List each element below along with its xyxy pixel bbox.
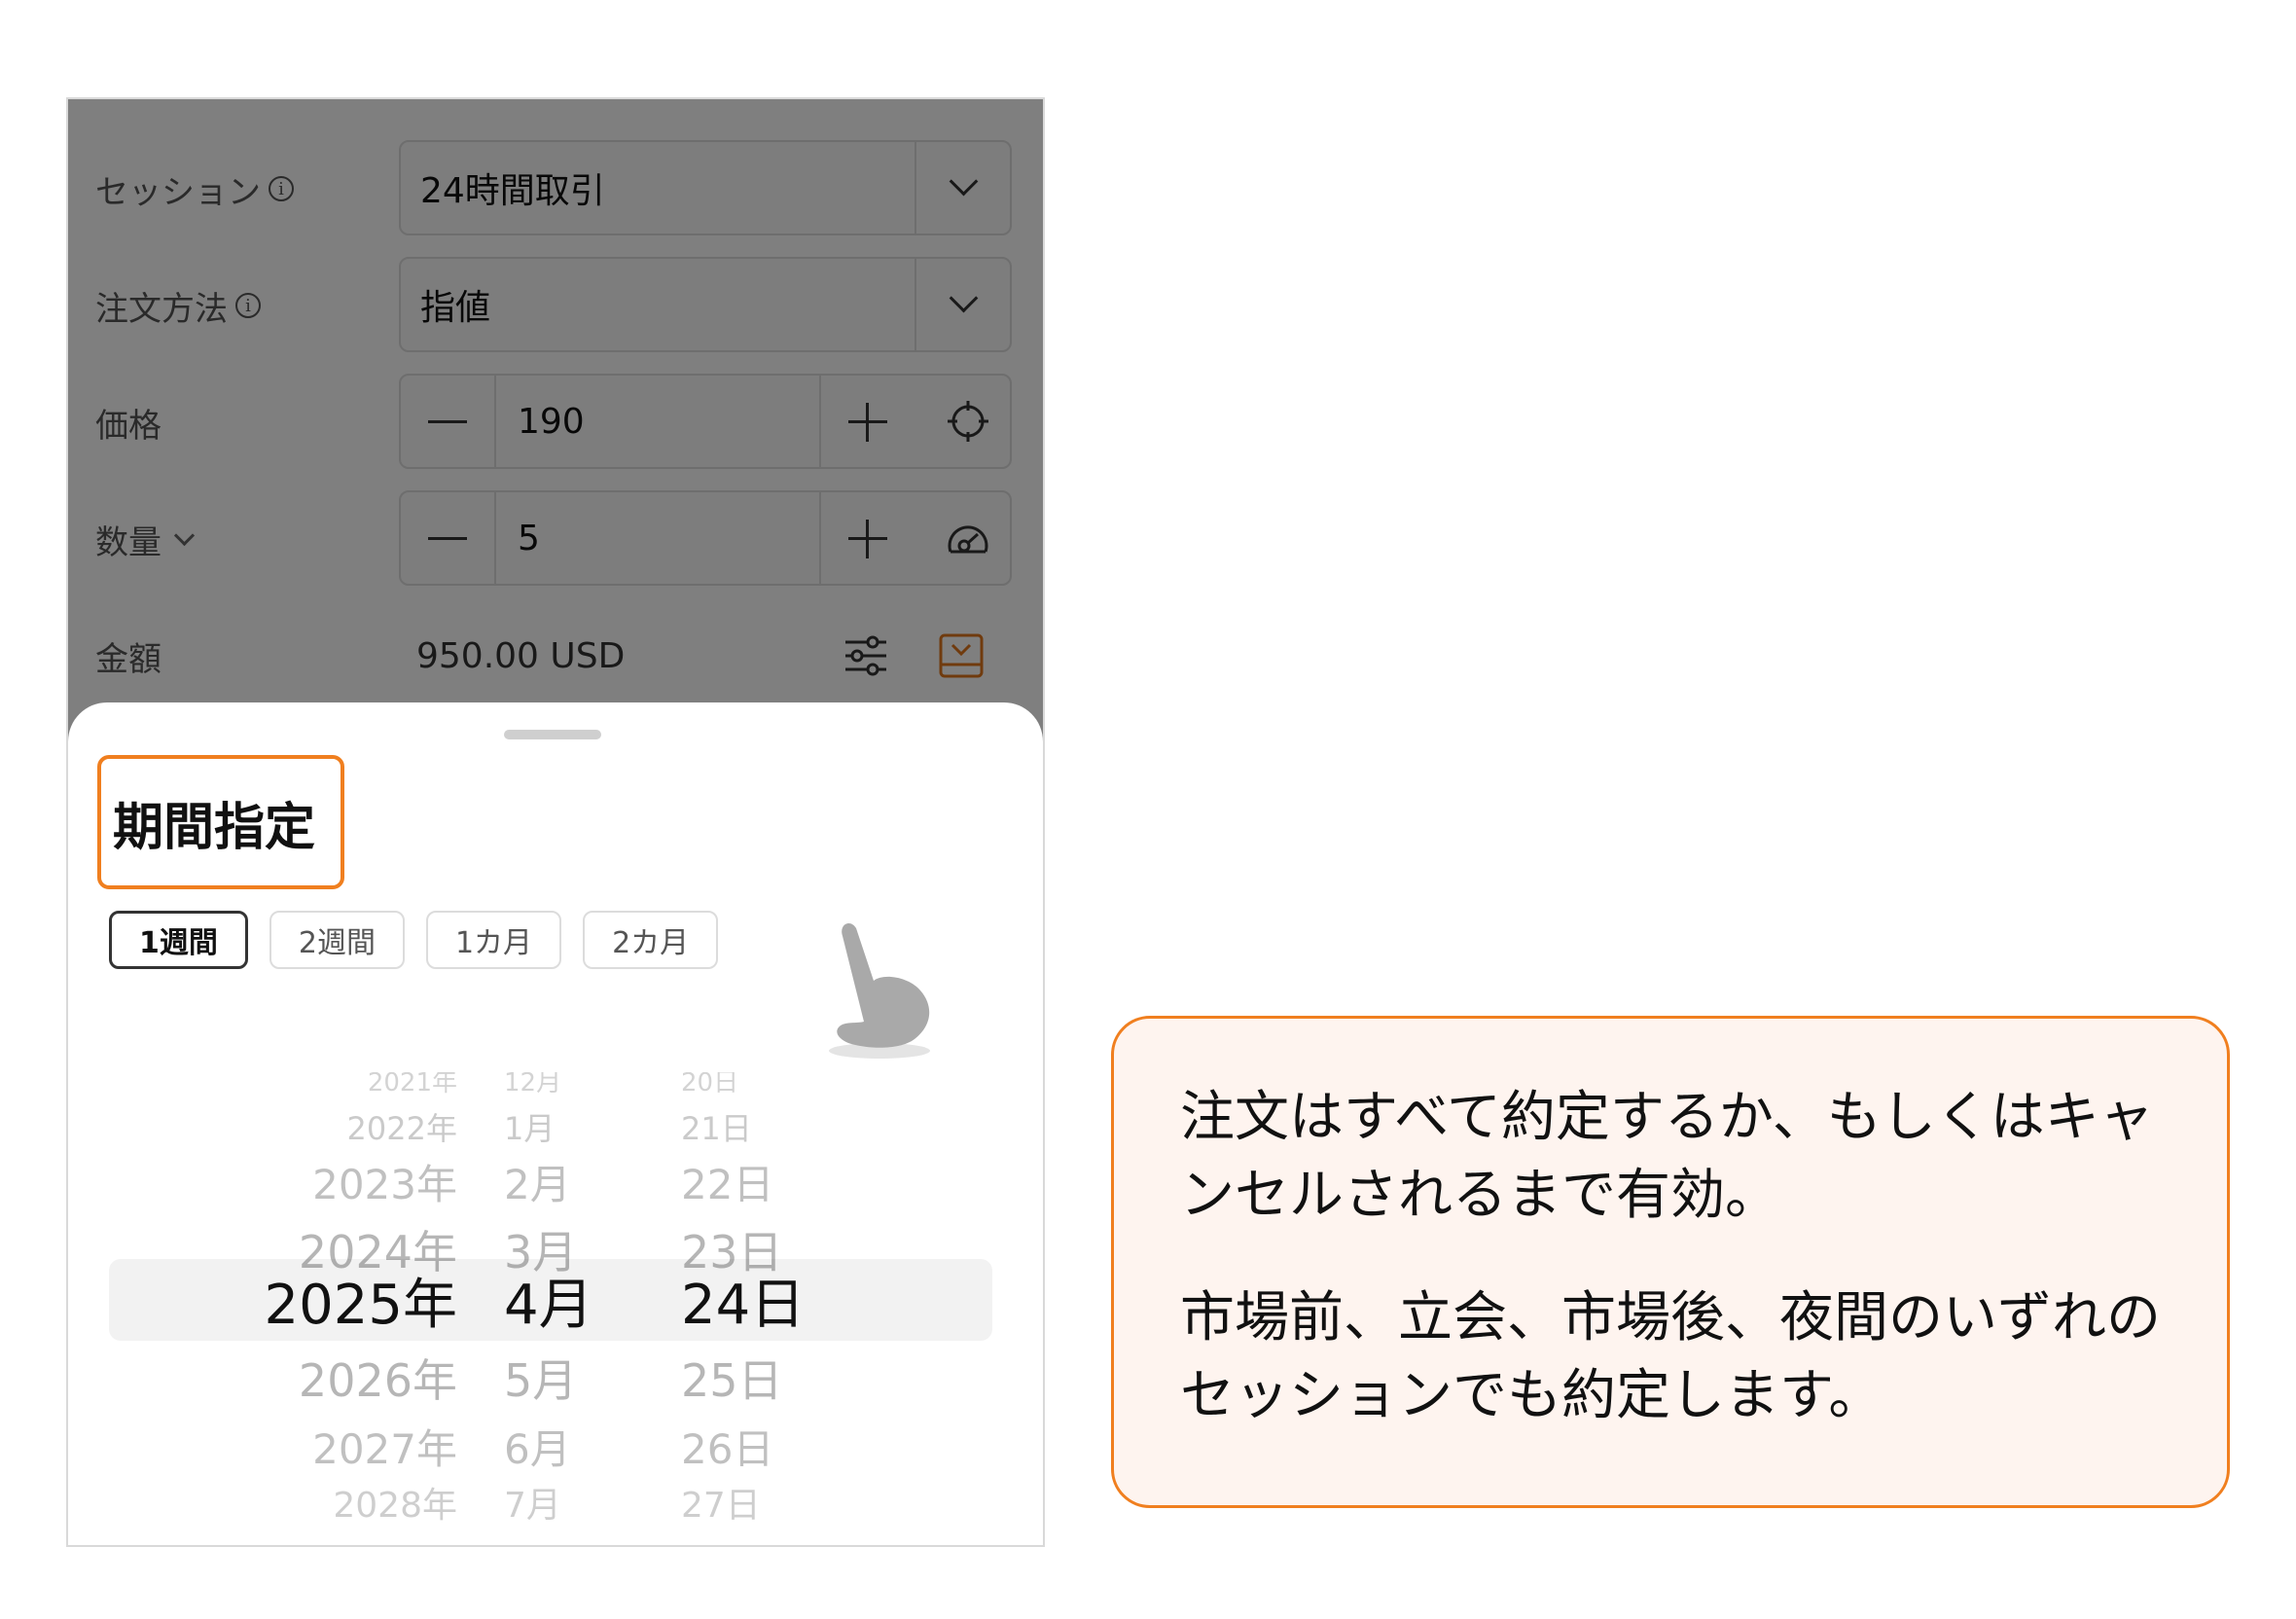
picker-month[interactable]: 5月 — [504, 1349, 621, 1407]
picker-row[interactable]: 2023年 2月 22日 — [68, 1152, 1043, 1210]
picker-row-selected[interactable]: 2025年 4月 24日 — [68, 1271, 1043, 1337]
picker-day[interactable]: 25日 — [681, 1349, 876, 1407]
picker-month[interactable]: 2月 — [504, 1152, 621, 1210]
info-paragraph-1: 注文はすべて約定するか、もしくはキャンセルされるまで有効。 — [1180, 1086, 2154, 1227]
chip-1-week[interactable]: 1週間 — [109, 911, 248, 969]
info-paragraph-2: 市場前、立会、市場後、夜間のいずれのセッションでも約定します。 — [1180, 1286, 2161, 1427]
period-bottom-sheet: 期間指定 1週間 2週間 1カ月 2カ月 2021年 12月 20日 2022年… — [68, 702, 1043, 1545]
picker-row[interactable]: 2028年 7月 27日 — [68, 1473, 1043, 1531]
sheet-drag-handle[interactable] — [504, 730, 601, 739]
chip-2-months[interactable]: 2カ月 — [583, 911, 719, 969]
picker-month-selected[interactable]: 4月 — [504, 1271, 621, 1337]
info-callout-card: 注文はすべて約定するか、もしくはキャンセルされるまで有効。 市場前、立会、市場後… — [1111, 1016, 2230, 1508]
title-highlight-box: 期間指定 — [97, 755, 344, 889]
picker-row[interactable]: 2027年 6月 26日 — [68, 1417, 1043, 1475]
picker-day-selected[interactable]: 24日 — [681, 1271, 876, 1337]
period-chips: 1週間 2週間 1カ月 2カ月 — [109, 911, 719, 969]
sheet-title: 期間指定 — [113, 798, 316, 857]
picker-day[interactable]: 27日 — [681, 1473, 876, 1531]
pointing-hand-icon — [815, 917, 942, 1066]
picker-row[interactable]: 2026年 5月 25日 — [68, 1349, 1043, 1407]
picker-day[interactable]: 26日 — [681, 1417, 876, 1475]
picker-year[interactable]: 2027年 — [233, 1417, 457, 1475]
picker-month[interactable]: 7月 — [504, 1473, 621, 1531]
chip-1-month[interactable]: 1カ月 — [425, 911, 562, 969]
picker-day[interactable]: 21日 — [681, 1097, 876, 1156]
picker-year[interactable]: 2026年 — [233, 1349, 457, 1407]
picker-year[interactable]: 2028年 — [233, 1473, 457, 1531]
picker-row[interactable]: 2022年 1月 21日 — [68, 1097, 1043, 1156]
picker-month[interactable]: 1月 — [504, 1097, 621, 1156]
picker-day[interactable]: 22日 — [681, 1152, 876, 1210]
picker-year[interactable]: 2023年 — [233, 1152, 457, 1210]
picker-year-selected[interactable]: 2025年 — [233, 1271, 457, 1337]
picker-month[interactable]: 6月 — [504, 1417, 621, 1475]
phone-screen: セッション i 24時間取引 注文方法 i 指値 価格 — [66, 97, 1045, 1547]
chip-2-weeks[interactable]: 2週間 — [269, 911, 405, 969]
date-wheel-picker[interactable]: 2021年 12月 20日 2022年 1月 21日 2023年 2月 22日 … — [68, 1072, 1043, 1539]
picker-year[interactable]: 2022年 — [233, 1097, 457, 1156]
